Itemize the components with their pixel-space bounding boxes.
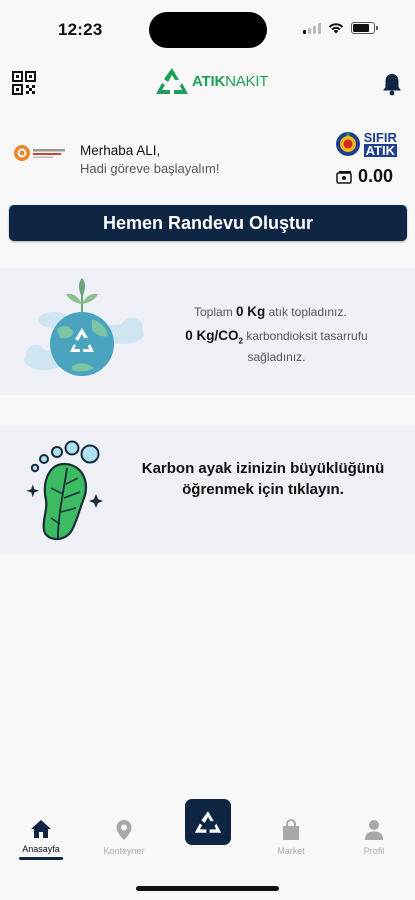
- wifi-icon: [328, 23, 344, 34]
- home-icon: [31, 820, 51, 838]
- total-prefix: Toplam: [194, 305, 237, 319]
- signal-icon: [303, 22, 321, 34]
- municipality-logo: [14, 145, 65, 161]
- zero-waste-logo-icon: [335, 132, 360, 156]
- total-waste-value: 0 Kg: [236, 304, 266, 319]
- tab-home[interactable]: Anasayfa: [6, 819, 76, 860]
- earth-recycle-illustration: [24, 278, 144, 376]
- total-waste-text: Toplam 0 Kg atık topladınız.: [194, 304, 347, 319]
- tab-market-label: Market: [277, 846, 305, 856]
- active-tab-indicator: [19, 857, 63, 860]
- recycle-icon: [194, 811, 222, 833]
- status-time: 12:23: [58, 20, 103, 39]
- tab-home-label: Anasayfa: [22, 844, 60, 854]
- logo-bold: ATIK: [192, 72, 226, 90]
- tab-market[interactable]: Market: [256, 819, 326, 856]
- qr-code-icon[interactable]: [12, 71, 36, 95]
- balance: 0.00: [336, 166, 393, 187]
- bell-icon[interactable]: [381, 72, 403, 96]
- status-bar: 12:23: [0, 0, 415, 56]
- greeting: Merhaba ALI, Hadi göreve başlayalım!: [80, 143, 219, 176]
- tab-profile[interactable]: Profil: [339, 819, 409, 856]
- greeting-subtitle: Hadi göreve başlayalım!: [80, 161, 220, 176]
- carbon-footprint-text: Karbon ayak izinizin büyüklüğünü öğrenme…: [141, 460, 385, 498]
- footprint-leaf-illustration: [26, 440, 103, 541]
- tab-profile-label: Profil: [363, 846, 385, 856]
- stats-card: Toplam 0 Kg atık topladınız. 0 Kg/CO2 ka…: [0, 268, 415, 395]
- battery-level: [353, 24, 369, 32]
- carbon-suffix: karbondioksit tasarrufu sağladınız.: [242, 329, 368, 365]
- dynamic-island: [149, 12, 267, 48]
- create-appointment-button[interactable]: Hemen Randevu Oluştur: [9, 205, 407, 241]
- recycle-action-button[interactable]: [185, 799, 231, 845]
- logo-text: ATIKNAKIT: [192, 73, 268, 90]
- recycle-logo-icon: [156, 68, 188, 94]
- total-suffix: atık topladınız.: [265, 305, 347, 319]
- cash-icon: [336, 170, 352, 184]
- home-indicator[interactable]: [136, 886, 279, 891]
- zero-waste-badge: SIFIR ATIK: [335, 130, 397, 158]
- badge-line2: ATIK: [363, 143, 397, 158]
- user-icon: [365, 820, 383, 840]
- tab-container-label: Konteyner: [103, 846, 145, 856]
- zero-waste-text: SIFIR ATIK: [363, 131, 397, 158]
- battery-icon: [351, 22, 378, 34]
- status-icons: [303, 22, 378, 34]
- carbon-value: 0 Kg/CO: [185, 328, 239, 343]
- tab-container[interactable]: Konteyner: [89, 819, 159, 856]
- balance-value: 0.00: [357, 166, 393, 186]
- carbon-footprint-card[interactable]: Karbon ayak izinizin büyüklüğünü öğrenme…: [0, 426, 415, 554]
- carbon-saved-text: 0 Kg/CO2 karbondioksit tasarrufu sağladı…: [174, 328, 379, 365]
- shopping-bag-icon: [283, 819, 299, 840]
- app-logo: ATIKNAKIT: [155, 66, 268, 96]
- logo-light: NAKIT: [225, 72, 269, 90]
- greeting-hello: Merhaba ALI,: [80, 143, 161, 158]
- location-pin-icon: [116, 820, 132, 840]
